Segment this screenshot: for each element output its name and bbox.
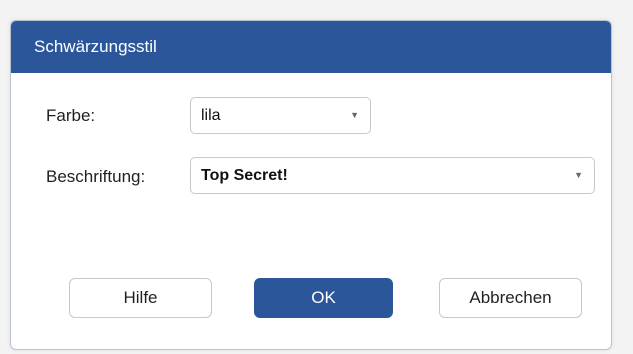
color-label: Farbe: xyxy=(46,106,96,125)
ok-button[interactable]: OK xyxy=(254,278,393,318)
color-dropdown-value: lila xyxy=(201,107,221,124)
color-dropdown[interactable]: lila ▼ xyxy=(190,97,371,134)
caption-dropdown-value: Top Secret! xyxy=(201,167,288,184)
help-button[interactable]: Hilfe xyxy=(69,278,212,318)
chevron-down-icon[interactable]: ▼ xyxy=(350,98,359,133)
chevron-down-icon[interactable]: ▼ xyxy=(574,158,583,193)
caption-label: Beschriftung: xyxy=(46,167,146,186)
redaction-style-dialog: Schwärzungsstil Farbe: lila ▼ Beschriftu… xyxy=(10,20,612,350)
dialog-title: Schwärzungsstil xyxy=(11,21,611,73)
cancel-button[interactable]: Abbrechen xyxy=(439,278,582,318)
caption-dropdown[interactable]: Top Secret! ▼ xyxy=(190,157,595,194)
